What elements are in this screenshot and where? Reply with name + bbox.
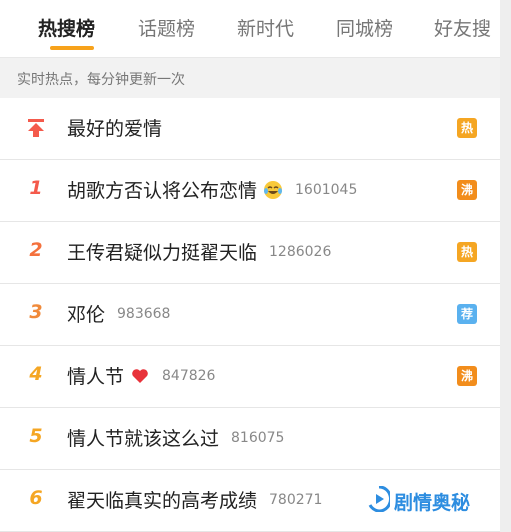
tab-new-era[interactable]: 新时代 — [237, 14, 294, 44]
rank-number: 6 — [29, 487, 43, 509]
watermark: 剧情奥秘 — [368, 485, 475, 516]
search-count: 847826 — [162, 367, 216, 384]
scroll-edge — [500, 0, 511, 532]
rank-number: 3 — [29, 301, 43, 323]
search-count: 780271 — [269, 491, 323, 508]
subtitle-bar: 实时热点，每分钟更新一次 — [0, 57, 500, 98]
subtitle-text: 实时热点，每分钟更新一次 — [17, 72, 185, 88]
list-item[interactable]: 最好的爱情 热 — [0, 98, 500, 160]
tab-hot-search[interactable]: 热搜榜 — [38, 14, 95, 44]
recommend-badge: 荐 — [457, 304, 477, 324]
item-title: 最好的爱情 — [67, 118, 163, 140]
tab-bar: 热搜榜 话题榜 新时代 同城榜 好友搜 — [0, 0, 500, 57]
rank-number: 4 — [29, 363, 43, 385]
item-title: 情人节就该这么过 — [67, 428, 220, 450]
list-item[interactable]: 2 王传君疑似力挺翟天临 1286026 热 — [0, 222, 500, 284]
boiling-badge: 沸 — [457, 180, 477, 200]
hot-search-page: 热搜榜 话题榜 新时代 同城榜 好友搜 实时热点，每分钟更新一次 最好的爱情 热… — [0, 0, 500, 532]
item-title: 邓伦 — [67, 304, 106, 326]
boiling-badge: 沸 — [457, 366, 477, 386]
crying-laughing-emoji-icon — [263, 180, 283, 200]
red-heart-emoji-icon — [130, 366, 150, 386]
play-logo-icon — [368, 485, 393, 516]
active-tab-indicator — [50, 46, 94, 50]
item-title: 王传君疑似力挺翟天临 — [67, 242, 258, 264]
search-count: 983668 — [117, 305, 171, 322]
list-item[interactable]: 3 邓伦 983668 荐 — [0, 284, 500, 346]
tab-friends[interactable]: 好友搜 — [434, 14, 491, 44]
watermark-text: 剧情奥秘 — [394, 491, 471, 514]
item-title: 胡歌方否认将公布恋情 — [67, 180, 258, 202]
rank-number: 5 — [29, 425, 43, 447]
item-title: 翟天临真实的高考成绩 — [67, 490, 258, 512]
item-title: 情人节 — [67, 366, 125, 388]
search-count: 1601045 — [295, 181, 358, 198]
rank-number: 1 — [29, 177, 43, 199]
tab-topics[interactable]: 话题榜 — [138, 14, 195, 44]
rank-number: 2 — [29, 239, 43, 261]
hot-search-list: 最好的爱情 热 1 胡歌方否认将公布恋情 1601045 沸 2 王传君疑似力挺… — [0, 98, 500, 532]
search-count: 816075 — [231, 429, 285, 446]
list-item[interactable]: 4 情人节 847826 沸 — [0, 346, 500, 408]
pinned-top-icon — [25, 118, 47, 138]
list-item[interactable]: 5 情人节就该这么过 816075 — [0, 408, 500, 470]
tab-local[interactable]: 同城榜 — [336, 14, 393, 44]
hot-badge: 热 — [457, 242, 477, 262]
list-item[interactable]: 1 胡歌方否认将公布恋情 1601045 沸 — [0, 160, 500, 222]
search-count: 1286026 — [269, 243, 332, 260]
hot-badge: 热 — [457, 118, 477, 138]
